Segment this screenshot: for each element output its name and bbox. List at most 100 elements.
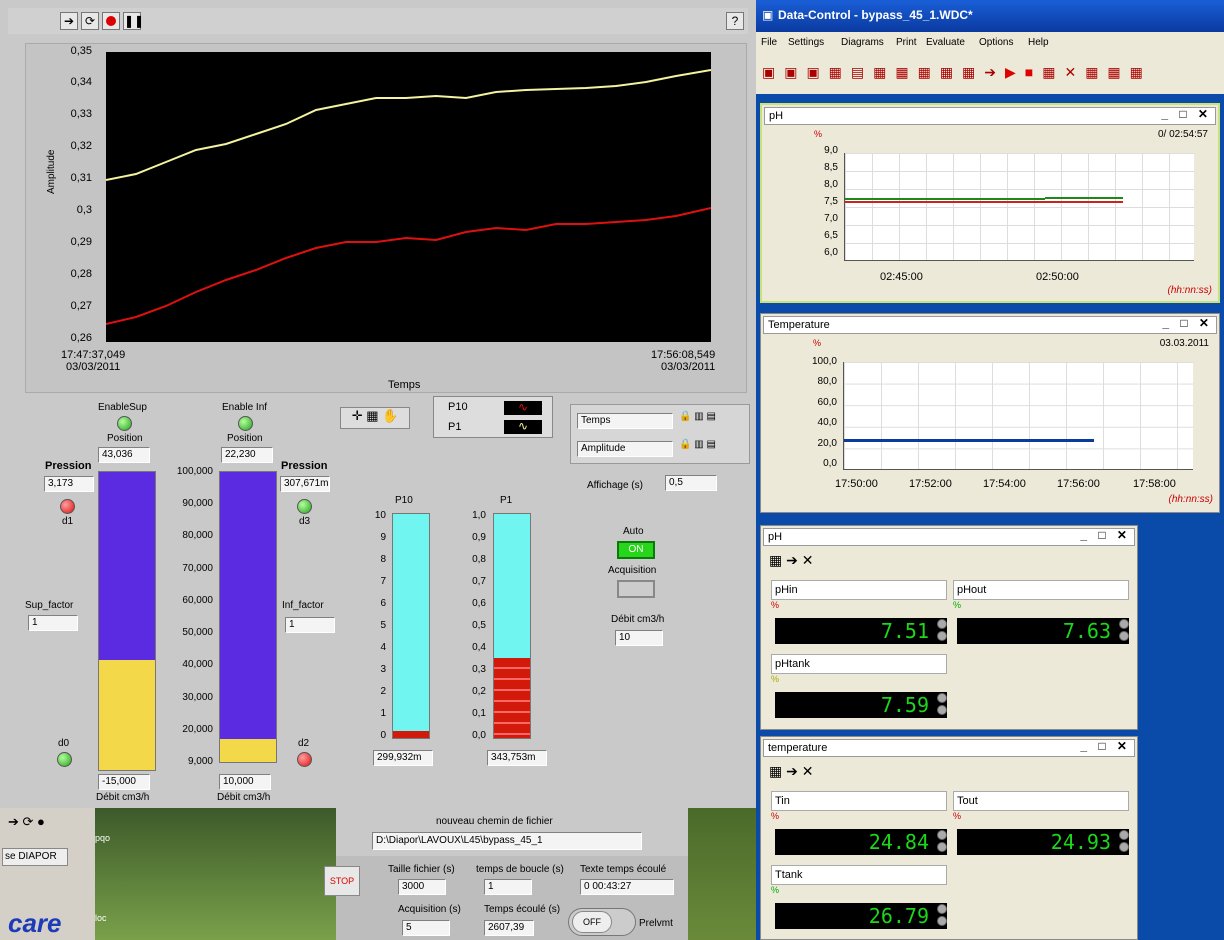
phout-display: 7.63 <box>957 618 1129 644</box>
enable-sup-led[interactable] <box>117 416 132 431</box>
ecoule-field: 2607,39 <box>484 920 534 936</box>
d1-label: d1 <box>62 516 74 527</box>
scale-tick: 20,0 <box>817 437 837 449</box>
graph-palette[interactable]: ✛ ▦ ✋ <box>340 407 410 429</box>
prelvmt-toggle[interactable]: OFF <box>568 908 636 936</box>
ph-trace-red <box>845 201 1123 203</box>
y-axis-name-field[interactable]: Amplitude <box>577 441 673 457</box>
acq-field[interactable]: 5 <box>402 920 450 936</box>
auto-toggle[interactable]: ON <box>617 541 655 559</box>
run-continuous-icon[interactable]: ⟳ <box>81 12 99 30</box>
y-scale-icons[interactable]: 🔒 ▥ ▤ <box>679 439 716 450</box>
d3-led <box>297 499 312 514</box>
panel-tool-icons[interactable]: ▦ ➔ ✕ <box>769 763 813 780</box>
sup-debit-label: Débit cm3/h <box>96 792 150 803</box>
help-button[interactable]: ? <box>726 12 744 30</box>
stop-button[interactable]: STOP <box>324 866 360 896</box>
phout-label: pHout <box>953 580 1129 600</box>
inf-factor-label: Inf_factor <box>282 600 324 611</box>
sup-factor-field[interactable]: 1 <box>28 615 78 631</box>
menu-print[interactable]: Print <box>896 37 917 48</box>
scale-tick: 1 <box>380 708 386 719</box>
menu-diagrams[interactable]: Diagrams <box>841 37 884 48</box>
sup-tank <box>98 471 156 771</box>
scale-tick: 30,000 <box>182 691 213 703</box>
window-controls[interactable]: _ □ ✕ <box>1161 107 1212 121</box>
sup-position-label: Position <box>107 433 143 444</box>
chemin-field[interactable]: D:\Diapor\LAVOUX\L45\bypass_45_1 <box>372 832 642 850</box>
unit: % <box>953 600 962 610</box>
inf-position-field: 22,230 <box>221 447 273 463</box>
menu-file[interactable]: File <box>761 37 777 48</box>
menu-help[interactable]: Help <box>1028 37 1049 48</box>
temp-date: 03.03.2011 <box>1159 338 1209 349</box>
phin-display: 7.51 <box>775 618 947 644</box>
abort-icon[interactable] <box>102 12 120 30</box>
pause-icon[interactable]: ❚❚ <box>123 12 144 30</box>
data-control-window: ▣ Data-Control - bypass_45_1.WDC* File S… <box>756 0 1224 940</box>
temperature-panel-window: temperature _ □ ✕ ▦ ➔ ✕ Tin % 24.84 Tout… <box>760 736 1138 940</box>
menu-options[interactable]: Options <box>979 37 1013 48</box>
inf-pression-label: Pression <box>281 460 328 472</box>
acquisition-button[interactable] <box>617 580 655 598</box>
ph-trace-green2 <box>1045 197 1123 199</box>
loc-label: loc <box>95 913 107 923</box>
enable-sup-label: EnableSup <box>98 402 147 413</box>
scale-tick: 6,5 <box>824 230 838 241</box>
menu-settings[interactable]: Settings <box>788 37 824 48</box>
boucle-field[interactable]: 1 <box>484 879 532 895</box>
affichage-label: Affichage (s) <box>587 480 643 491</box>
window-controls[interactable]: _ □ ✕ <box>1162 316 1213 330</box>
y-tick: 0,28 <box>70 268 92 280</box>
window-controls[interactable]: _ □ ✕ <box>1080 739 1131 753</box>
p10-scale: 10 9 8 7 6 5 4 3 2 1 0 <box>350 510 390 741</box>
tout-label: Tout <box>953 791 1129 811</box>
scale-tick: 2 <box>380 686 386 697</box>
d0-label: d0 <box>58 738 70 749</box>
enable-inf-label: Enable Inf <box>222 402 268 413</box>
x-axis-label: Temps <box>388 379 421 391</box>
d1-led <box>60 499 75 514</box>
auto-label: Auto <box>623 526 644 537</box>
x-scale-icons[interactable]: 🔒 ▥ ▤ <box>679 411 716 422</box>
enable-inf-led[interactable] <box>238 416 253 431</box>
ph-x-tick: 02:50:00 <box>1036 271 1079 283</box>
d2-led <box>297 752 312 767</box>
scale-tick: 60,000 <box>182 594 213 606</box>
scale-tick: 90,000 <box>182 498 213 510</box>
run-arrow-icon[interactable]: ➔ <box>60 12 78 30</box>
scale-tick: 0,7 <box>472 576 486 587</box>
window-controls[interactable]: _ □ ✕ <box>1080 528 1131 542</box>
y-tick: 0,33 <box>70 108 92 120</box>
x-start-label: 17:47:37,049 03/03/2011 <box>61 349 126 373</box>
affichage-field[interactable]: 0,5 <box>665 475 717 491</box>
taille-field[interactable]: 3000 <box>398 879 446 895</box>
scale-tick: 0,1 <box>472 708 486 719</box>
y-tick: 0,27 <box>70 300 92 312</box>
panel-tool-icons[interactable]: ▦ ➔ ✕ <box>769 552 813 569</box>
ecoule-label: Temps écoulé (s) <box>484 904 561 915</box>
temp-unit: % <box>813 338 822 348</box>
diapor-button[interactable]: se DIAPOR <box>2 848 68 866</box>
x-axis-name-field[interactable]: Temps <box>577 413 673 429</box>
acq-label: Acquisition (s) <box>398 904 461 915</box>
unit: % <box>771 811 780 821</box>
dc-menubar: File Settings Diagrams Print Evaluate Op… <box>756 32 1224 54</box>
menu-evaluate[interactable]: Evaluate <box>926 37 965 48</box>
dc-toolbar[interactable]: ▣▣▣▦▤▦▦▦▦▦➔▶■▦✕▦▦▦ <box>756 54 1224 94</box>
temp-trace <box>844 439 1094 442</box>
prelvmt-label: Prelvmt <box>639 918 673 929</box>
ph-x-unit: (hh:nn:ss) <box>1167 285 1212 296</box>
diapor-toolbar-icons[interactable]: ➔ ⟳ ● <box>8 814 45 830</box>
scale-tick: 3 <box>380 664 386 675</box>
p10-value-field: 299,932m <box>373 750 433 766</box>
ph-trace-green <box>845 198 1045 200</box>
sup-factor-label: Sup_factor <box>25 600 74 611</box>
inf-factor-field[interactable]: 1 <box>285 617 335 633</box>
scale-tick: 7 <box>380 576 386 587</box>
scale-tick: 80,0 <box>817 376 837 388</box>
wallpaper-right <box>688 808 756 940</box>
dc-title: Data-Control - bypass_45_1.WDC* <box>778 8 973 22</box>
legend-p10: P10 <box>448 401 468 413</box>
auto-debit-field[interactable]: 10 <box>615 630 663 646</box>
